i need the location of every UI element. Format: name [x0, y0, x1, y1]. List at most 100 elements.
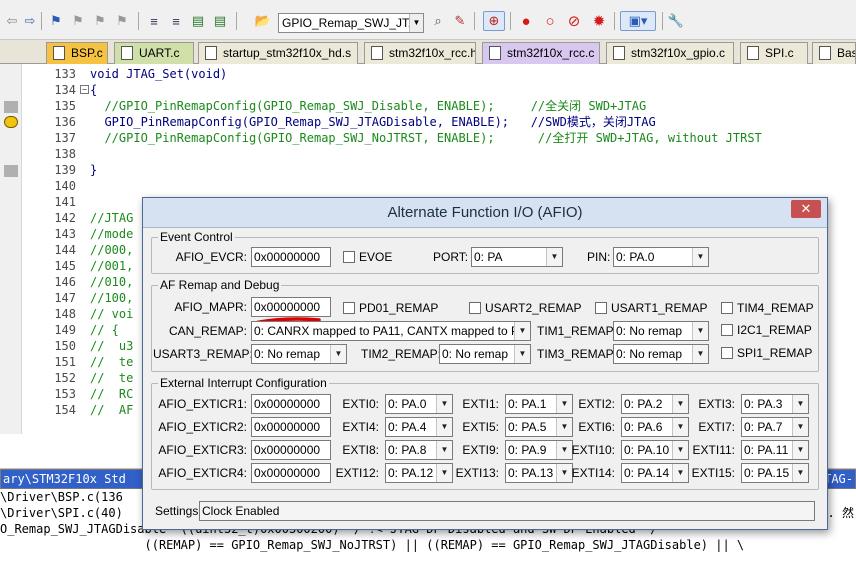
tab-gpio-c[interactable]: stm32f10x_gpio.c [606, 42, 734, 64]
code-line[interactable]: 134−{ [26, 82, 97, 98]
code-line[interactable]: 146 //010, [26, 274, 133, 290]
code-line[interactable]: 145 //001, [26, 258, 133, 274]
exti-port-select[interactable]: 0: PA.10 ▼ [621, 440, 689, 460]
comment-icon[interactable]: ▤ [188, 11, 208, 31]
exticr-input[interactable]: 0x00000000 [251, 440, 331, 460]
exti-port-select[interactable]: 0: PA.9 ▼ [505, 440, 573, 460]
tim3-remap-select[interactable]: 0: No remap ▼ [613, 344, 709, 364]
tab-bsp-c[interactable]: BSP.c [46, 42, 108, 64]
exti-port-select[interactable]: 0: PA.11 ▼ [741, 440, 809, 460]
breakpoint-icon[interactable]: ● [516, 11, 536, 31]
exti-port-select[interactable]: 0: PA.1 ▼ [505, 394, 573, 414]
chevron-down-icon[interactable]: ▼ [792, 395, 808, 413]
find-in-files-icon[interactable]: 📂 [252, 11, 274, 31]
code-line[interactable]: 151 // te [26, 354, 133, 370]
find-icon[interactable]: ⌕ [428, 11, 448, 31]
port-select[interactable]: 0: PA ▼ [471, 247, 563, 267]
tim4-remap-checkbox[interactable]: TIM4_REMAP [721, 300, 814, 316]
evcr-input[interactable]: 0x00000000 [251, 247, 331, 267]
output-line[interactable]: ((REMAP) == GPIO_Remap_SWJ_NoJTRST) || (… [0, 537, 856, 553]
indent-icon[interactable]: ≡ [144, 11, 164, 31]
tim1-remap-select[interactable]: 0: No remap ▼ [613, 321, 709, 341]
code-line[interactable]: 154 // AF [26, 402, 133, 418]
exti-port-select[interactable]: 0: PA.4 ▼ [385, 417, 453, 437]
code-line[interactable]: 137 //GPIO_PinRemapConfig(GPIO_Remap_SWJ… [26, 130, 761, 146]
tab-base[interactable]: Base [812, 42, 856, 64]
exti-port-select[interactable]: 0: PA.2 ▼ [621, 394, 689, 414]
code-line[interactable]: 153 // RC [26, 386, 133, 402]
exti-port-select[interactable]: 0: PA.7 ▼ [741, 417, 809, 437]
usart2-remap-checkbox[interactable]: USART2_REMAP [469, 300, 581, 316]
exti-port-select[interactable]: 0: PA.5 ▼ [505, 417, 573, 437]
code-line[interactable]: 136 GPIO_PinRemapConfig(GPIO_Remap_SWJ_J… [26, 114, 655, 130]
tab-rcc-c[interactable]: stm32f10x_rcc.c [482, 42, 600, 64]
mapr-input[interactable]: 0x00000000 [251, 297, 331, 317]
exticr-input[interactable]: 0x00000000 [251, 417, 331, 437]
breakpoint-kill-icon[interactable]: ⊘ [564, 11, 584, 31]
code-line[interactable]: 143 //mode [26, 226, 133, 242]
forward-icon[interactable]: ⇨ [20, 11, 40, 31]
i2c1-remap-checkbox[interactable]: I2C1_REMAP [721, 322, 812, 338]
chevron-down-icon[interactable]: ▼ [692, 248, 708, 266]
exti-port-select[interactable]: 0: PA.14 ▼ [621, 463, 689, 483]
tab-startup[interactable]: startup_stm32f10x_hd.s [198, 42, 358, 64]
code-line[interactable]: 150 // u3 [26, 338, 133, 354]
exti-port-select[interactable]: 0: PA.0 ▼ [385, 394, 453, 414]
tab-rcc-h[interactable]: stm32f10x_rcc.h [364, 42, 476, 64]
pd01-remap-checkbox[interactable]: PD01_REMAP [343, 300, 438, 316]
chevron-down-icon[interactable]: ▼ [792, 418, 808, 436]
code-line[interactable]: 140 [26, 178, 76, 194]
bookmark-next-icon[interactable]: ⚑ [90, 11, 110, 31]
tim2-remap-select[interactable]: 0: No remap ▼ [439, 344, 531, 364]
fold-collapse-icon[interactable]: − [80, 85, 89, 94]
target-combo[interactable]: GPIO_Remap_SWJ_JTAGD ▼ [278, 13, 424, 33]
find-replace-icon[interactable]: ✎ [450, 11, 470, 31]
chevron-down-icon[interactable]: ▼ [514, 345, 530, 363]
exti-port-select[interactable]: 0: PA.8 ▼ [385, 440, 453, 460]
chevron-down-icon[interactable]: ▼ [409, 14, 423, 32]
unindent-icon[interactable]: ≡ [166, 11, 186, 31]
exticr-input[interactable]: 0x00000000 [251, 463, 331, 483]
code-line[interactable]: 138 [26, 146, 76, 162]
chevron-down-icon[interactable]: ▼ [792, 464, 808, 482]
breakpoint-disable-icon[interactable]: ○ [540, 11, 560, 31]
pin-select[interactable]: 0: PA.0 ▼ [613, 247, 709, 267]
code-line[interactable]: 133 void JTAG_Set(void) [26, 66, 227, 82]
can-remap-select[interactable]: 0: CANRX mapped to PA11, CANTX mapped to… [251, 321, 531, 341]
code-line[interactable]: 152 // te [26, 370, 133, 386]
bookmark-clear-icon[interactable]: ⚑ [112, 11, 132, 31]
evoe-checkbox[interactable]: EVOE [343, 249, 392, 265]
exticr-input[interactable]: 0x00000000 [251, 394, 331, 414]
back-icon[interactable]: ⇦ [2, 11, 22, 31]
spi1-remap-checkbox[interactable]: SPI1_REMAP [721, 345, 812, 361]
exti-port-select[interactable]: 0: PA.13 ▼ [505, 463, 573, 483]
debug-icon[interactable]: ⊕ [483, 11, 505, 31]
code-line[interactable]: 144 //000, [26, 242, 133, 258]
code-line[interactable]: 147 //100, [26, 290, 133, 306]
code-line[interactable]: 148 // voi [26, 306, 133, 322]
chevron-down-icon[interactable]: ▼ [692, 322, 708, 340]
exti-port-select[interactable]: 0: PA.12 ▼ [385, 463, 453, 483]
uncomment-icon[interactable]: ▤ [210, 11, 230, 31]
code-line[interactable]: 141 [26, 194, 76, 210]
bookmark-prev-icon[interactable]: ⚑ [68, 11, 88, 31]
chevron-down-icon[interactable]: ▼ [692, 345, 708, 363]
breakpoint-all-icon[interactable]: ✹ [588, 11, 610, 31]
tab-uart-c[interactable]: UART.c [114, 42, 194, 64]
chevron-down-icon[interactable]: ▼ [514, 322, 530, 340]
code-line[interactable]: 149 // { [26, 322, 119, 338]
window-layout-icon[interactable]: ▣▾ [620, 11, 656, 31]
usart1-remap-checkbox[interactable]: USART1_REMAP [595, 300, 707, 316]
exti-port-select[interactable]: 0: PA.15 ▼ [741, 463, 809, 483]
chevron-down-icon[interactable]: ▼ [792, 441, 808, 459]
editor-gutter[interactable] [0, 64, 22, 434]
close-icon[interactable]: ✕ [791, 200, 821, 218]
bookmark-icon[interactable]: ⚑ [46, 11, 66, 31]
code-line[interactable]: 142 //JTAG [26, 210, 133, 226]
tab-spi-c[interactable]: SPI.c [740, 42, 808, 64]
exti-port-select[interactable]: 0: PA.6 ▼ [621, 417, 689, 437]
code-line[interactable]: 135 //GPIO_PinRemapConfig(GPIO_Remap_SWJ… [26, 98, 646, 114]
tools-icon[interactable]: 🔧 [666, 11, 686, 31]
usart3-remap-select[interactable]: 0: No remap ▼ [251, 344, 347, 364]
exti-port-select[interactable]: 0: PA.3 ▼ [741, 394, 809, 414]
